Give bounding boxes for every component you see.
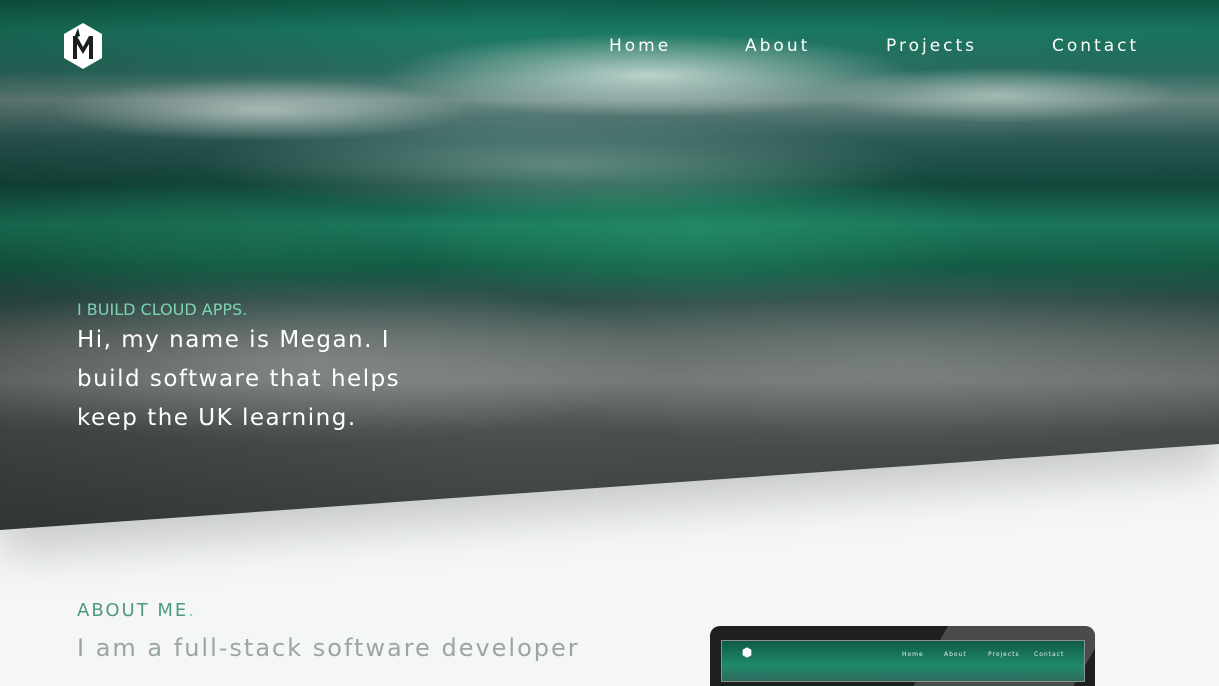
about-body-text: I am a full-stack software developer <box>77 634 580 662</box>
mini-nav-contact: Contact <box>1034 651 1065 658</box>
mini-nav-home: Home <box>902 651 924 658</box>
laptop-preview-image: Home About Projects Contact <box>710 626 1095 686</box>
about-heading: ABOUT ME. <box>77 600 196 621</box>
nav-about-link[interactable]: About <box>745 36 810 56</box>
hero-intro: Hi, my name is Megan. I build software t… <box>77 327 401 431</box>
hero-text-block: I BUILD CLOUD APPS. Hi, my name is Megan… <box>77 300 457 438</box>
nav-home-link[interactable]: Home <box>609 36 671 56</box>
mini-nav-projects: Projects <box>988 651 1020 658</box>
hero-banner-wave-image <box>0 0 1219 530</box>
mini-logo-icon <box>742 647 752 658</box>
about-heading-dot: . <box>188 600 197 621</box>
laptop-screen: Home About Projects Contact <box>721 640 1085 682</box>
nav-projects-link[interactable]: Projects <box>886 36 977 56</box>
main-nav: Home About Projects Contact <box>0 36 1219 60</box>
hero-tagline: I BUILD CLOUD APPS. <box>77 300 248 319</box>
nav-contact-link[interactable]: Contact <box>1052 36 1139 56</box>
about-heading-text: ABOUT ME <box>77 600 189 621</box>
hero-shadow <box>0 0 1219 560</box>
mini-nav-about: About <box>944 651 967 658</box>
